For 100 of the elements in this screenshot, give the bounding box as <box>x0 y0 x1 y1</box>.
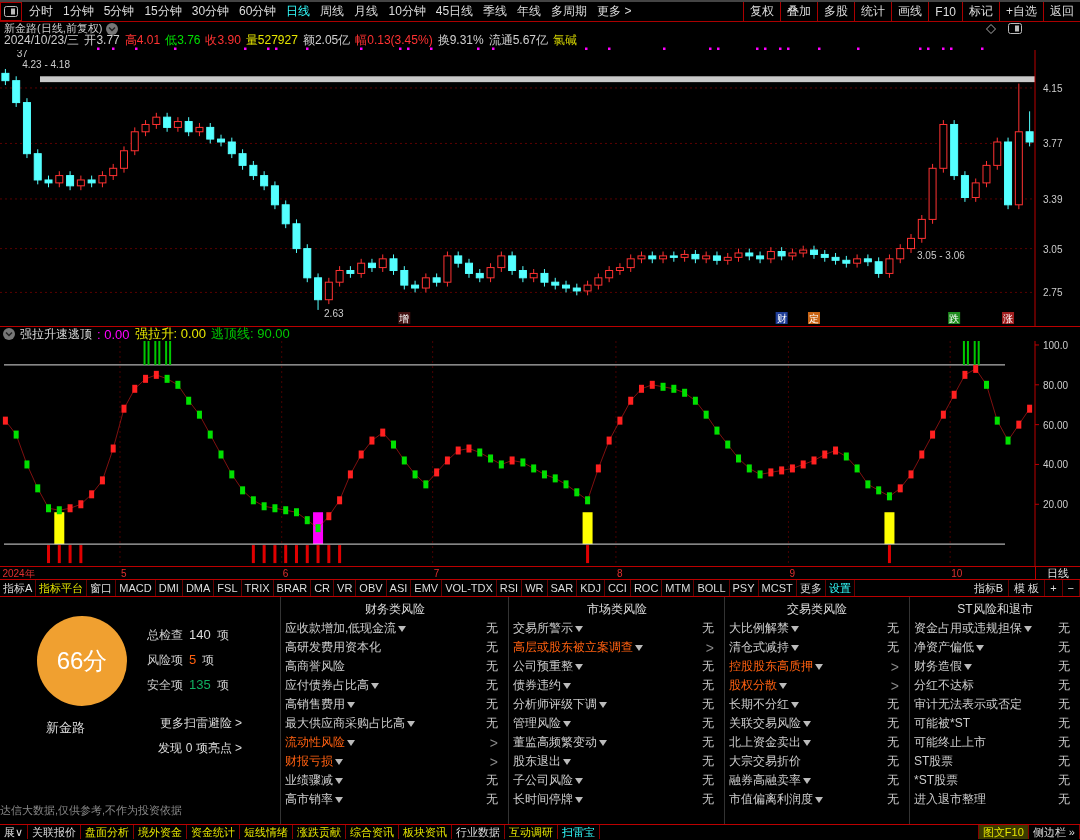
indicator-tab[interactable]: 指标A <box>0 580 37 596</box>
scan-link[interactable]: 发现 0 项亮点 > <box>158 740 242 757</box>
taskbar-tab[interactable]: 展∨ <box>0 825 29 839</box>
indicator-tab[interactable]: KDJ <box>577 580 605 596</box>
indicator-tab[interactable]: 指标平台 <box>36 580 88 596</box>
toolbar-button[interactable]: 统计 <box>854 2 892 21</box>
event-marker[interactable]: 增 <box>398 312 411 324</box>
risk-item[interactable]: 股权分散 <box>729 677 777 694</box>
risk-status[interactable]: > <box>489 753 504 770</box>
risk-item[interactable]: 财务造假 <box>914 658 962 675</box>
period-tab[interactable]: 多周期 <box>546 2 593 21</box>
period-tab[interactable]: 15分钟 <box>139 2 187 21</box>
taskbar-tab[interactable]: 涨跌贡献 <box>293 825 347 839</box>
risk-item[interactable]: 市值偏离利润度 <box>729 791 813 808</box>
risk-item[interactable]: 公司预重整 <box>513 658 573 675</box>
risk-item[interactable]: 审计无法表示或否定 <box>914 696 1022 713</box>
indicator-tab[interactable]: VR <box>334 580 357 596</box>
taskbar-tab[interactable]: 扫雷宝 <box>558 825 601 839</box>
risk-item[interactable]: 债券违约 <box>513 677 561 694</box>
period-tab[interactable]: 10分钟 <box>383 2 431 21</box>
indicator-tab[interactable]: ROC <box>630 580 663 596</box>
risk-item[interactable]: 关联交易风险 <box>729 715 801 732</box>
toolbar-button[interactable]: 复权 <box>743 2 781 21</box>
taskbar-tab[interactable]: 盘面分析 <box>81 825 135 839</box>
indicator-tab[interactable]: 窗口 <box>87 580 117 596</box>
risk-item[interactable]: 股东退出 <box>513 753 561 770</box>
indicator-tab[interactable]: PSY <box>729 580 759 596</box>
event-marker[interactable]: 财 <box>775 312 788 324</box>
risk-item[interactable]: 高商誉风险 <box>285 658 345 675</box>
period-tab[interactable]: 1分钟 <box>58 2 99 21</box>
toolbar-button[interactable]: 画线 <box>891 2 929 21</box>
indicator-tab[interactable]: CR <box>311 580 335 596</box>
period-tab[interactable]: 月线 <box>349 2 384 21</box>
risk-item[interactable]: 长期不分红 <box>729 696 789 713</box>
taskbar-button[interactable]: 图文F10 <box>977 825 1029 839</box>
indicator-tab[interactable]: EMV <box>411 580 443 596</box>
risk-item[interactable]: 分红不达标 <box>914 677 974 694</box>
indicator-tab[interactable]: FSL <box>214 580 242 596</box>
toolbar-button[interactable]: +自选 <box>999 2 1043 21</box>
toolbar-button[interactable]: 多股 <box>817 2 855 21</box>
taskbar-tab[interactable]: 境外资金 <box>134 825 188 839</box>
risk-item[interactable]: ST股票 <box>914 753 954 770</box>
risk-item[interactable]: 大比例解禁 <box>729 620 789 637</box>
risk-status[interactable]: > <box>890 677 905 694</box>
indicator-tab[interactable]: TRIX <box>241 580 274 596</box>
taskbar-tab[interactable]: 短线情绪 <box>240 825 294 839</box>
sector-tag[interactable]: 氯碱 <box>553 34 577 47</box>
risk-item[interactable]: 进入退市整理 <box>914 791 986 808</box>
risk-item[interactable]: 子公司风险 <box>513 772 573 789</box>
indicator-tab[interactable]: WR <box>522 580 548 596</box>
indicator-tab[interactable]: SAR <box>547 580 578 596</box>
scan-link[interactable]: 更多扫雷避险 > <box>159 715 242 732</box>
toolbar-button[interactable]: 叠加 <box>780 2 818 21</box>
taskbar-tab[interactable]: 板块资讯 <box>399 825 453 839</box>
risk-item[interactable]: 北上资金卖出 <box>729 734 801 751</box>
indicator-tab[interactable]: MACD <box>116 580 156 596</box>
risk-item[interactable]: 业绩骤减 <box>285 772 333 789</box>
taskbar-tab[interactable]: 资金统计 <box>187 825 241 839</box>
risk-status[interactable]: > <box>890 658 905 675</box>
indicator-tab[interactable]: 指标B <box>968 580 1010 596</box>
period-tab[interactable]: 45日线 <box>430 2 479 21</box>
indicator-tab[interactable]: + <box>1045 580 1063 596</box>
risk-item[interactable]: 资金占用或违规担保 <box>914 620 1022 637</box>
period-tab[interactable]: 30分钟 <box>186 2 235 21</box>
indicator-tab[interactable]: VOL-TDX <box>442 580 497 596</box>
period-tab[interactable]: 季线 <box>478 2 513 21</box>
indicator-tab[interactable]: DMI <box>155 580 183 596</box>
period-tab[interactable]: 分时 <box>24 2 58 21</box>
event-marker[interactable]: 定 <box>808 312 820 324</box>
indicator-tab[interactable]: 模 板 <box>1009 580 1046 596</box>
indicator-tab[interactable]: RSI <box>496 580 523 596</box>
risk-status[interactable]: > <box>705 639 720 656</box>
risk-item[interactable]: 大宗交易折价 <box>729 753 801 770</box>
taskbar-tab[interactable]: 互动调研 <box>505 825 559 839</box>
indicator-tab[interactable]: OBV <box>356 580 387 596</box>
indicator-tab[interactable]: 更多 <box>796 580 826 596</box>
risk-item[interactable]: *ST股票 <box>914 772 958 789</box>
risk-item[interactable]: 分析师评级下调 <box>513 696 597 713</box>
risk-item[interactable]: 管理风险 <box>513 715 561 732</box>
period-tab[interactable]: 日线 <box>281 2 316 21</box>
taskbar-tab[interactable]: 关联报价 <box>28 825 82 839</box>
taskbar-tab[interactable]: 行业数据 <box>452 825 506 839</box>
toolbar-button[interactable]: 返回 <box>1043 2 1080 21</box>
risk-item[interactable]: 融券高融卖率 <box>729 772 801 789</box>
risk-item[interactable]: 控股股东高质押 <box>729 658 813 675</box>
indicator-tab[interactable]: 设置 <box>825 580 855 596</box>
risk-item[interactable]: 应付债券占比高 <box>285 677 369 694</box>
risk-item[interactable]: 董监高频繁变动 <box>513 734 597 751</box>
taskbar-tab[interactable]: 综合资讯 <box>346 825 400 839</box>
risk-item[interactable]: 流动性风险 <box>285 734 345 751</box>
risk-item[interactable]: 高市销率 <box>285 791 333 808</box>
risk-status[interactable]: > <box>489 734 504 751</box>
period-tab[interactable]: 年线 <box>512 2 547 21</box>
period-tab[interactable]: 更多 > <box>592 2 637 21</box>
indicator-tab[interactable]: − <box>1062 580 1080 596</box>
event-marker[interactable]: 涨 <box>1002 312 1015 324</box>
indicator-tab[interactable]: CCI <box>604 580 631 596</box>
risk-item[interactable]: 高销售费用 <box>285 696 345 713</box>
indicator-tab[interactable]: DMA <box>182 580 215 596</box>
risk-item[interactable]: 高研发费用资本化 <box>285 639 381 656</box>
